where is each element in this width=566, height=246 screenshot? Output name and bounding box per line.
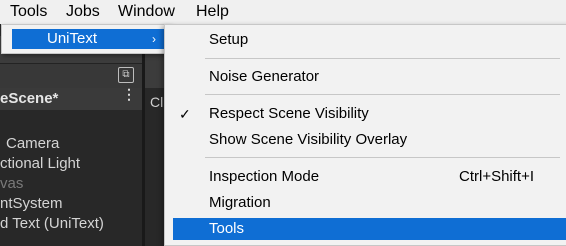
menu-item-migration[interactable]: Migration xyxy=(173,192,566,214)
unitext-submenu: Setup Noise Generator ✓ Respect Scene Vi… xyxy=(164,24,566,246)
hierarchy-search: ⧉ xyxy=(0,64,142,88)
menubar-help[interactable]: Help xyxy=(196,2,229,22)
menubar-tools[interactable]: Tools xyxy=(10,2,47,22)
menu-item-show-scene-visibility-overlay[interactable]: Show Scene Visibility Overlay xyxy=(173,129,566,151)
scene-header[interactable]: eScene* ⋮ xyxy=(0,87,142,110)
scene-tab-label: Cl xyxy=(150,94,164,110)
menu-item-respect-scene-visibility[interactable]: ✓ Respect Scene Visibility xyxy=(173,103,566,125)
menu-item-noise-generator[interactable]: Noise Generator xyxy=(173,66,566,88)
search-options-icon[interactable]: ⧉ xyxy=(118,67,134,83)
tree-item-eventsystem[interactable]: ntSystem xyxy=(0,194,142,214)
menubar-window[interactable]: Window xyxy=(118,2,175,22)
menubar: Tools Jobs Window Help xyxy=(0,0,566,24)
menubar-jobs[interactable]: Jobs xyxy=(66,2,100,22)
tree-item-light[interactable]: ctional Light xyxy=(0,154,142,174)
tree-item-text[interactable]: d Text (UniText) xyxy=(0,214,142,234)
checkmark-icon: ✓ xyxy=(179,106,191,122)
menu-item-setup[interactable]: Setup xyxy=(173,29,566,51)
menu-item-noise-generator-label: Noise Generator xyxy=(209,68,320,85)
tree-item-canvas[interactable]: vas xyxy=(0,174,142,194)
menu-item-respect-scene-visibility-label: Respect Scene Visibility xyxy=(209,105,369,122)
menu-item-tools[interactable]: Tools xyxy=(173,218,566,240)
tree-item-camera[interactable]: Camera xyxy=(6,134,148,154)
scene-title: eScene* xyxy=(0,90,59,107)
menu-item-inspection-mode-label: Inspection Mode xyxy=(209,168,320,185)
menu-item-setup-label: Setup xyxy=(209,31,249,48)
tools-menu: UniText › xyxy=(1,24,171,54)
menu-separator xyxy=(205,94,560,95)
menu-item-inspection-mode-shortcut: Ctrl+Shift+I xyxy=(459,168,535,185)
menu-item-tools-label: Tools xyxy=(209,220,245,237)
menu-item-inspection-mode[interactable]: Inspection Mode Ctrl+Shift+I xyxy=(173,166,566,188)
submenu-arrow-icon: › xyxy=(152,32,156,46)
menu-separator xyxy=(205,58,560,59)
menu-separator xyxy=(205,157,560,158)
menu-item-unitext-label: UniText xyxy=(47,30,98,47)
menu-item-show-scene-visibility-overlay-label: Show Scene Visibility Overlay xyxy=(209,131,408,148)
menu-item-migration-label: Migration xyxy=(209,194,271,211)
scene-kebab-icon[interactable]: ⋮ xyxy=(122,87,136,101)
menu-item-unitext[interactable]: UniText › xyxy=(12,29,164,49)
